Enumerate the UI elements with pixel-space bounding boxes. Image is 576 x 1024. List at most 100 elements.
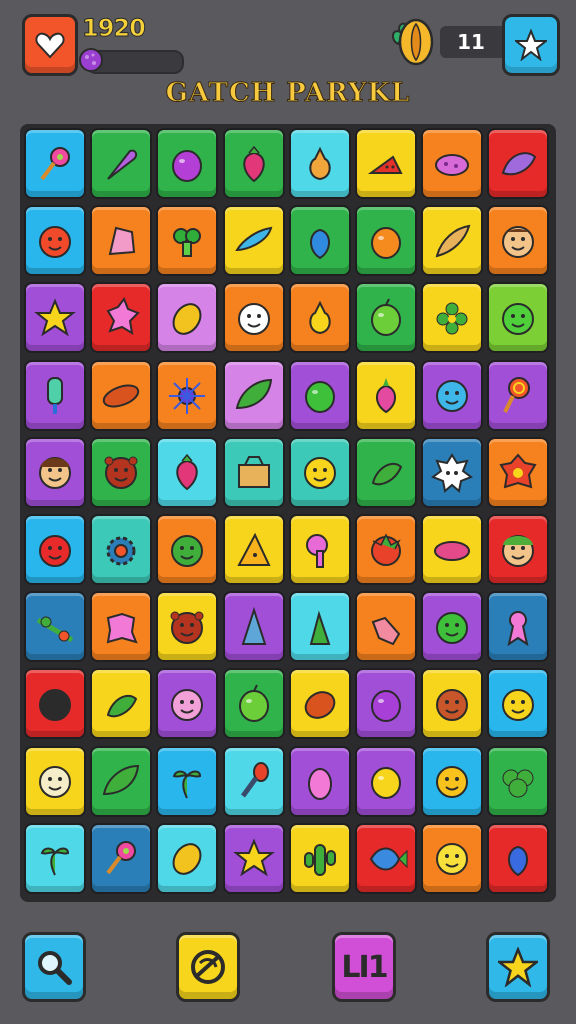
board-tile[interactable] [156, 282, 219, 354]
board-tile[interactable] [487, 591, 550, 663]
board-tile[interactable] [222, 745, 285, 817]
board-tile[interactable] [421, 745, 484, 817]
lollipop-icon [106, 841, 137, 875]
board-tile[interactable] [24, 668, 86, 740]
board-tile[interactable] [90, 128, 153, 199]
board-tile[interactable] [156, 128, 219, 199]
board-tile[interactable] [355, 822, 417, 894]
board-tile[interactable] [288, 745, 351, 817]
board-tile[interactable] [222, 282, 285, 354]
board-tile[interactable] [487, 514, 550, 585]
splash-pink-icon [106, 612, 138, 644]
board-tile[interactable] [222, 514, 285, 585]
board-tile[interactable] [156, 514, 219, 585]
cactus-face-icon [171, 534, 204, 567]
board-tile[interactable] [90, 822, 153, 894]
board-tile[interactable] [90, 282, 153, 354]
board-tile[interactable] [24, 436, 86, 508]
board-tile[interactable] [90, 514, 153, 585]
board-tile[interactable] [355, 668, 417, 740]
board-tile[interactable] [24, 591, 86, 663]
board-tile[interactable] [355, 514, 417, 585]
board-tile[interactable] [288, 436, 351, 508]
board-tile[interactable] [24, 205, 86, 277]
board-tile[interactable] [487, 282, 550, 354]
board-tile[interactable] [421, 436, 484, 508]
board-tile[interactable] [156, 822, 219, 894]
board-tile[interactable] [355, 591, 417, 663]
special-button[interactable]: LI1 [332, 932, 396, 1002]
board-tile[interactable] [421, 668, 484, 740]
board-tile[interactable] [24, 128, 86, 199]
board-tile[interactable] [222, 591, 285, 663]
board-tile[interactable] [421, 591, 484, 663]
swap-button[interactable] [176, 932, 240, 1002]
board-tile[interactable] [288, 282, 351, 354]
board-tile[interactable] [487, 436, 550, 508]
board-tile[interactable] [156, 205, 219, 277]
board-tile[interactable] [90, 591, 153, 663]
magnifier-icon [38, 951, 72, 985]
heart-button[interactable] [22, 14, 78, 76]
blueberry-icon [508, 846, 529, 877]
board-tile[interactable] [288, 591, 351, 663]
star-button-top[interactable] [502, 14, 560, 76]
board-tile[interactable] [222, 668, 285, 740]
board-tile[interactable] [421, 205, 484, 277]
board-tile[interactable] [487, 128, 550, 199]
board-tile[interactable] [90, 359, 153, 431]
board-tile[interactable] [222, 436, 285, 508]
board-tile[interactable] [355, 205, 417, 277]
star-icon [498, 947, 538, 987]
board-tile[interactable] [487, 205, 550, 277]
board-tile[interactable] [90, 745, 153, 817]
board-tile[interactable] [222, 128, 285, 199]
board-tile[interactable] [487, 668, 550, 740]
board-tile[interactable] [421, 128, 484, 199]
board-tile[interactable] [288, 128, 351, 199]
board-tile[interactable] [90, 205, 153, 277]
board-tile[interactable] [288, 514, 351, 585]
board-tile[interactable] [156, 668, 219, 740]
board-tile[interactable] [288, 668, 351, 740]
board-tile[interactable] [487, 745, 550, 817]
board-tile[interactable] [156, 591, 219, 663]
board-tile[interactable] [487, 822, 550, 894]
board-tile[interactable] [355, 436, 417, 508]
yellow-face-icon [436, 766, 469, 799]
spiky-ghost-icon [431, 453, 474, 494]
egg-face-icon [39, 766, 71, 799]
board-tile[interactable] [24, 822, 86, 894]
grape-icon [172, 149, 203, 182]
board-tile[interactable] [222, 359, 285, 431]
board-tile[interactable] [222, 205, 285, 277]
board-tile[interactable] [24, 359, 86, 431]
board-tile[interactable] [90, 668, 153, 740]
board-tile[interactable] [421, 359, 484, 431]
board-tile[interactable] [222, 822, 285, 894]
board-tile[interactable] [24, 514, 86, 585]
board-tile[interactable] [24, 282, 86, 354]
board-tile[interactable] [156, 745, 219, 817]
hairdryer-icon [305, 533, 328, 568]
board-tile[interactable] [355, 128, 417, 199]
board-tile[interactable] [288, 822, 351, 894]
board-tile[interactable] [421, 514, 484, 585]
board-tile[interactable] [90, 436, 153, 508]
board-tile[interactable] [355, 282, 417, 354]
board-tile[interactable] [355, 745, 417, 817]
board-tile[interactable] [156, 436, 219, 508]
board-tile[interactable] [24, 745, 86, 817]
board-tile[interactable] [288, 359, 351, 431]
boy-face-icon [502, 225, 535, 258]
board-tile[interactable] [421, 822, 484, 894]
board-tile[interactable] [288, 205, 351, 277]
cactus-icon [303, 844, 336, 877]
star-button-bottom[interactable] [486, 932, 550, 1002]
search-button[interactable] [22, 932, 86, 1002]
board-tile[interactable] [487, 359, 550, 431]
board-tile[interactable] [156, 359, 219, 431]
board-tile[interactable] [355, 359, 417, 431]
devil-face-icon [39, 225, 71, 258]
board-tile[interactable] [421, 282, 484, 354]
